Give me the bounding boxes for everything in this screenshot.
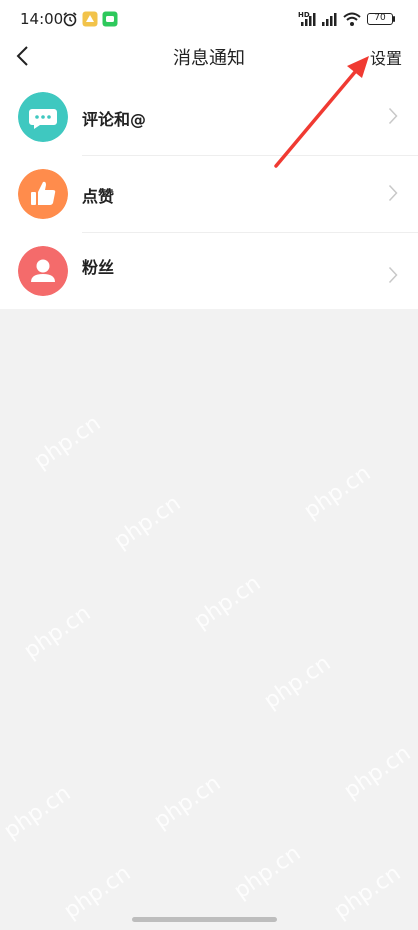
watermark: php.cn [299, 460, 376, 525]
list-item-label: 点赞 [82, 187, 115, 206]
wifi-icon [343, 12, 361, 26]
watermark: php.cn [329, 860, 406, 925]
signal-icon [301, 13, 316, 26]
signal-icon [322, 13, 337, 26]
watermark: php.cn [59, 860, 136, 925]
nav-bar: 消息通知 设置 [0, 38, 418, 78]
status-time: 14:00 [20, 10, 64, 28]
comment-icon [18, 92, 68, 142]
battery-icon: 70 [367, 13, 393, 25]
list-item-label: 粉丝 [82, 258, 115, 277]
alarm-icon [63, 12, 77, 27]
battery-level: 70 [374, 13, 386, 23]
watermark: php.cn [229, 840, 306, 905]
status-bar: 14:00 HD 70 [0, 0, 418, 38]
chevron-right-icon [388, 107, 398, 125]
list-item-label: 评论和@ [82, 110, 147, 129]
notification-list: 评论和@ 点赞 粉丝 [0, 78, 418, 309]
watermark: php.cn [339, 740, 416, 805]
chevron-right-icon [388, 184, 398, 202]
page-title: 消息通知 [173, 48, 245, 69]
watermark: php.cn [19, 600, 96, 665]
watermark: php.cn [0, 780, 76, 845]
watermark: php.cn [109, 490, 186, 555]
app-notify-icon [82, 11, 98, 27]
watermark: php.cn [149, 770, 226, 835]
list-item-comments[interactable]: 评论和@ [0, 78, 418, 155]
home-indicator[interactable] [132, 917, 277, 922]
chevron-right-icon [388, 266, 398, 284]
watermark: php.cn [189, 570, 266, 635]
wechat-icon [102, 11, 118, 27]
watermark: php.cn [259, 650, 336, 715]
person-icon [18, 246, 68, 296]
watermark: php.cn [29, 410, 106, 475]
battery-cap [393, 16, 395, 22]
list-item-fans[interactable]: 粉丝 [0, 232, 418, 309]
settings-button[interactable]: 设置 [370, 45, 402, 69]
list-item-likes[interactable]: 点赞 [0, 155, 418, 232]
thumb-up-icon [18, 169, 68, 219]
